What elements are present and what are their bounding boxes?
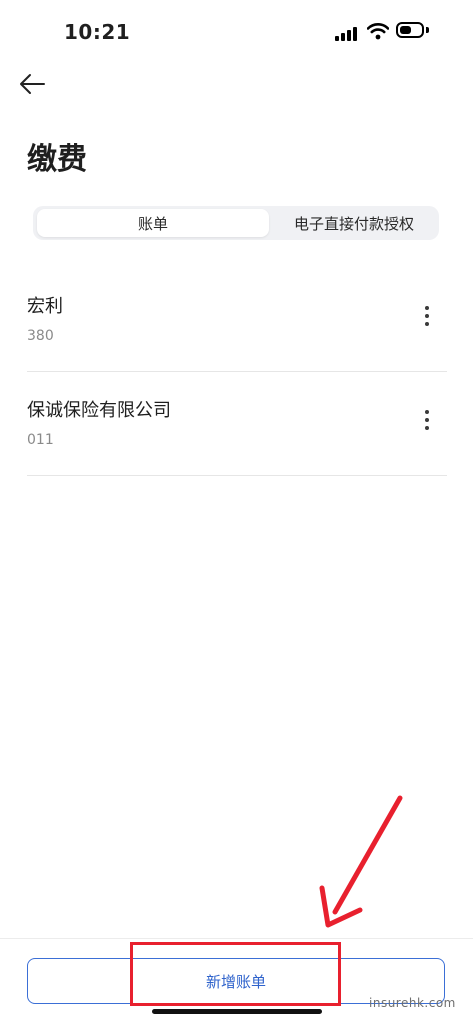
back-button[interactable]	[14, 68, 50, 100]
watermark: insurehk.com	[369, 996, 456, 1010]
battery-cap	[426, 27, 429, 33]
bill-number: 011	[27, 432, 54, 448]
annotation-arrow-icon	[319, 795, 403, 928]
bill-list-item[interactable]: 保诚保险有限公司 011	[27, 372, 447, 476]
cellular-signal-icon	[335, 25, 361, 41]
more-options-icon[interactable]	[415, 302, 439, 330]
tab-bills[interactable]: 账单	[37, 209, 269, 237]
tab-direct-debit-authorization[interactable]: 电子直接付款授权	[273, 209, 435, 237]
wifi-icon	[367, 23, 389, 40]
bill-number: 380	[27, 328, 54, 344]
bill-list-item[interactable]: 宏利 380	[27, 268, 447, 372]
bill-name: 宏利	[27, 296, 63, 317]
bill-name: 保诚保险有限公司	[27, 400, 171, 421]
more-options-icon[interactable]	[415, 406, 439, 434]
status-time: 10:21	[64, 20, 131, 44]
status-bar: 10:21	[0, 0, 473, 64]
battery-icon	[396, 22, 424, 38]
home-indicator[interactable]	[152, 1009, 322, 1014]
segmented-tabs: 账单 电子直接付款授权	[33, 206, 439, 240]
page-title: 缴费	[27, 142, 87, 177]
arrow-left-icon	[20, 74, 45, 94]
